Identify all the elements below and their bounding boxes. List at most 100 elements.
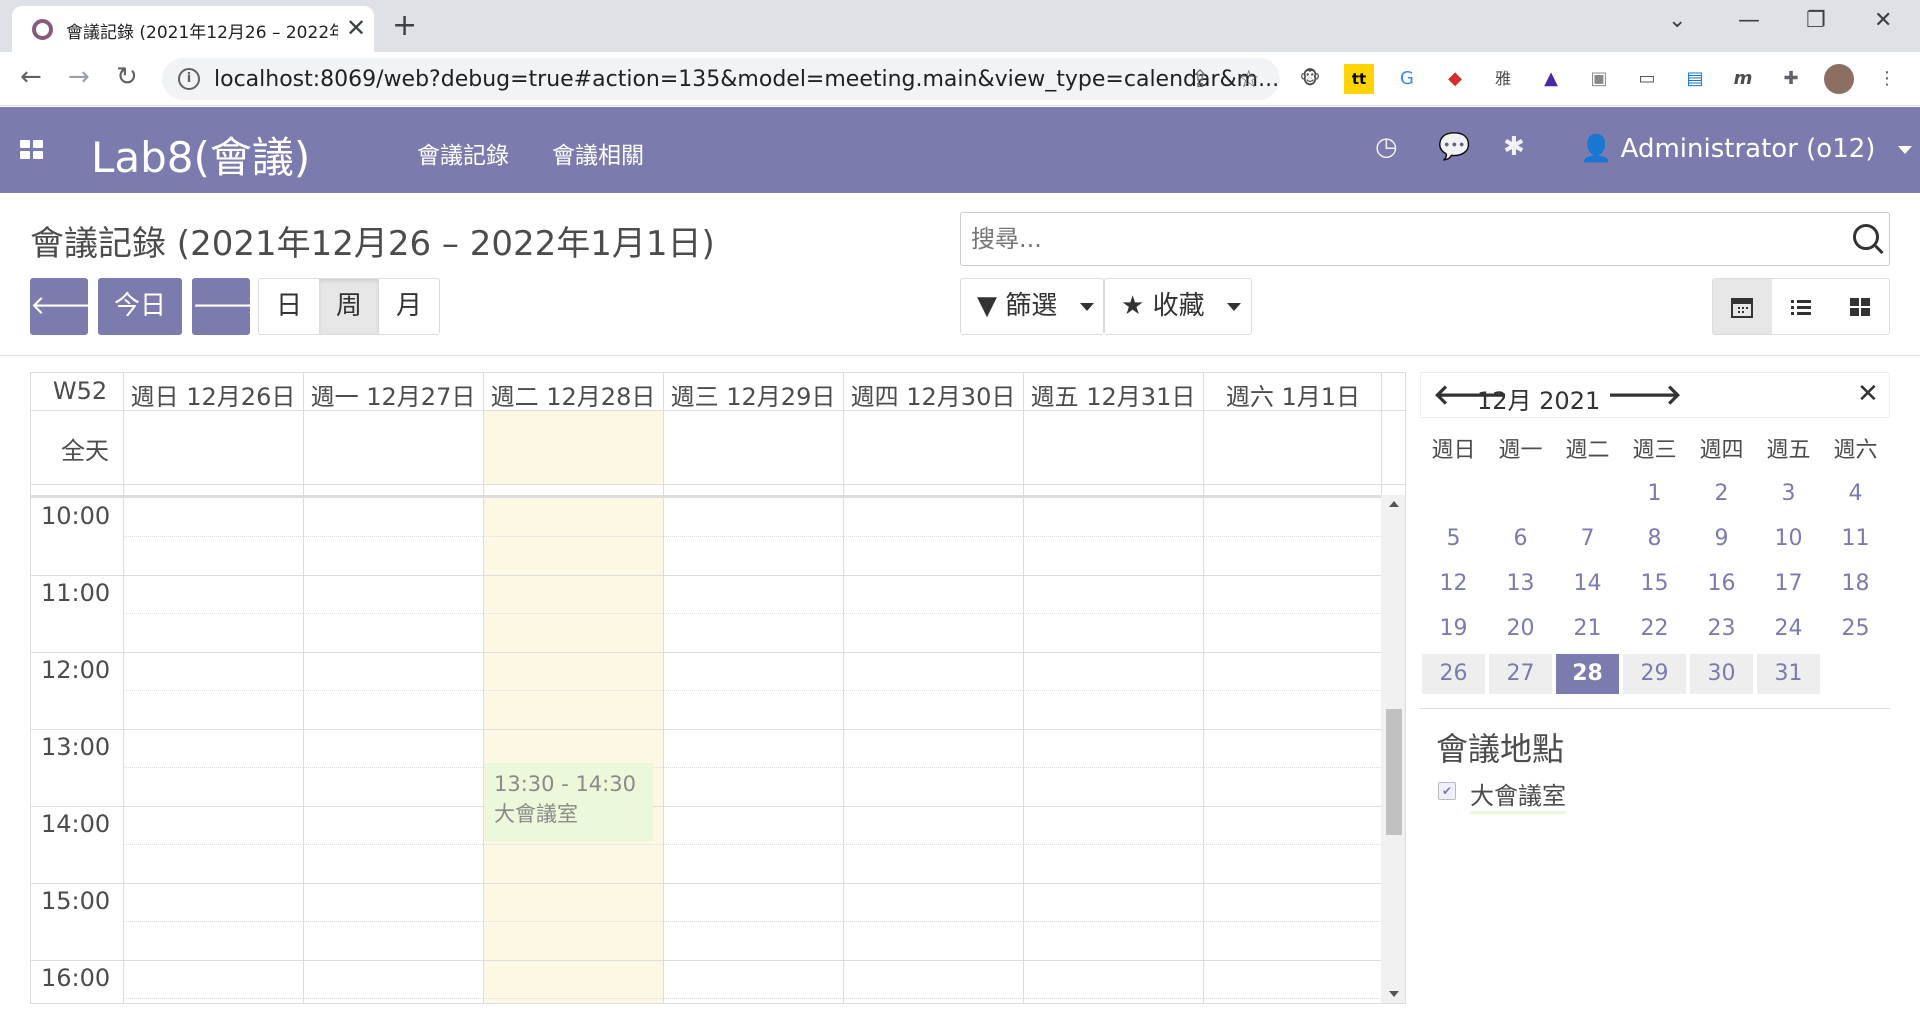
tab-close-icon[interactable]: ✕ xyxy=(346,14,366,42)
site-info-icon[interactable]: i xyxy=(178,68,200,90)
list-view-icon[interactable] xyxy=(1772,279,1831,334)
mini-calendar-day[interactable]: 1 xyxy=(1623,474,1686,514)
mini-calendar-day[interactable]: 12 xyxy=(1422,564,1485,604)
extension-tt-icon[interactable]: tt xyxy=(1344,64,1374,94)
extension-card-icon[interactable]: ▣ xyxy=(1584,64,1614,94)
menu-meeting-related[interactable]: 會議相關 xyxy=(552,136,644,170)
extension-monkey-icon[interactable]: 🐵 xyxy=(1295,64,1325,94)
scale-week-button[interactable]: 周 xyxy=(319,279,379,334)
today-button[interactable]: 今日 xyxy=(98,278,182,335)
new-tab-icon[interactable]: + xyxy=(392,8,417,43)
mini-calendar-day[interactable]: 25 xyxy=(1824,609,1887,649)
mini-calendar-day[interactable]: 28 xyxy=(1556,654,1619,694)
search-input[interactable] xyxy=(971,221,1821,257)
mini-calendar-day[interactable]: 11 xyxy=(1824,519,1887,559)
next-button[interactable]: 🡒 xyxy=(192,278,262,335)
mini-calendar-day[interactable]: 24 xyxy=(1757,609,1820,649)
mini-calendar-day[interactable]: 29 xyxy=(1623,654,1686,694)
search-icon[interactable] xyxy=(1853,224,1879,250)
calendar-view-icon[interactable] xyxy=(1713,279,1772,334)
column-header[interactable]: 週五 12月31日 xyxy=(1023,377,1203,412)
mini-calendar-day[interactable]: 22 xyxy=(1623,609,1686,649)
mini-calendar-day[interactable]: 21 xyxy=(1556,609,1619,649)
scroll-thumb[interactable] xyxy=(1386,709,1402,835)
filter-dropdown[interactable]: ▼ 篩選 xyxy=(960,278,1104,335)
app-brand[interactable]: Lab8(會議) xyxy=(91,124,310,185)
mini-calendar-day[interactable]: 13 xyxy=(1489,564,1552,604)
extension-ya-icon[interactable]: 雅 xyxy=(1488,64,1518,94)
messages-icon[interactable]: 💬 xyxy=(1438,132,1470,162)
column-header[interactable]: 週三 12月29日 xyxy=(663,377,843,412)
mini-calendar-day[interactable]: 26 xyxy=(1422,654,1485,694)
mini-calendar-day[interactable]: 19 xyxy=(1422,609,1485,649)
mini-calendar-day[interactable]: 14 xyxy=(1556,564,1619,604)
prev-button[interactable]: 🡐 xyxy=(30,278,100,335)
extension-red-icon[interactable]: ◆ xyxy=(1440,64,1470,94)
profile-avatar[interactable] xyxy=(1824,64,1854,94)
mini-calendar-day[interactable]: 5 xyxy=(1422,519,1485,559)
extensions-puzzle-icon[interactable]: ✚ xyxy=(1776,64,1806,94)
close-sidebar-icon[interactable]: ✕ xyxy=(1857,379,1879,409)
extension-new-icon[interactable]: ▤ xyxy=(1680,64,1710,94)
mini-calendar-day[interactable]: 4 xyxy=(1824,474,1887,514)
mini-calendar-day[interactable]: 15 xyxy=(1623,564,1686,604)
mini-calendar-day[interactable]: 18 xyxy=(1824,564,1887,604)
mini-calendar-day[interactable]: 2 xyxy=(1690,474,1753,514)
extension-translate-icon[interactable]: G xyxy=(1392,64,1422,94)
time-grid[interactable]: 10:00 11:00 12:00 13:00 14:00 15:00 16:0… xyxy=(31,495,1405,1003)
mini-calendar-day[interactable]: 9 xyxy=(1690,519,1753,559)
apps-menu-icon[interactable] xyxy=(20,140,44,160)
time-grid-scrollbar[interactable] xyxy=(1381,495,1405,1003)
mini-calendar-day[interactable]: 10 xyxy=(1757,519,1820,559)
window-close-icon[interactable]: ✕ xyxy=(1874,8,1892,33)
mini-calendar-day[interactable]: 23 xyxy=(1690,609,1753,649)
mini-calendar-day[interactable]: 27 xyxy=(1489,654,1552,694)
activity-clock-icon[interactable]: ◷ xyxy=(1375,132,1398,162)
column-header[interactable]: 週四 12月30日 xyxy=(843,377,1023,412)
browser-tab[interactable]: 會議記錄 (2021年12月26 – 2022年1月1日) ✕ xyxy=(12,6,374,52)
mini-calendar-day[interactable]: 17 xyxy=(1757,564,1820,604)
filter-item-label[interactable]: 大會議室 xyxy=(1470,776,1566,814)
today-column[interactable] xyxy=(483,498,663,1003)
filter-checkbox[interactable]: ✔ xyxy=(1438,782,1456,800)
back-icon[interactable]: ← xyxy=(20,62,42,92)
column-header[interactable]: 週二 12月28日 xyxy=(483,377,663,412)
mini-calendar-day[interactable]: 20 xyxy=(1489,609,1552,649)
extension-chat-icon[interactable]: ▭ xyxy=(1632,64,1662,94)
allday-row[interactable]: 全天 xyxy=(31,411,1405,485)
mini-calendar-day[interactable]: 3 xyxy=(1757,474,1820,514)
favorites-dropdown[interactable]: ★ 收藏 xyxy=(1104,278,1252,335)
user-menu[interactable]: 👤 Administrator (o12) xyxy=(1580,134,1912,164)
mini-calendar-day[interactable]: 7 xyxy=(1556,519,1619,559)
mini-calendar-day[interactable]: 6 xyxy=(1489,519,1552,559)
scroll-down-icon[interactable] xyxy=(1389,991,1399,997)
browser-menu-icon[interactable]: ⋮ xyxy=(1872,64,1902,94)
scale-day-button[interactable]: 日 xyxy=(259,279,319,334)
forward-icon[interactable]: → xyxy=(68,62,90,92)
calendar-event[interactable]: 13:30 - 14:30 大會議室 xyxy=(485,763,653,841)
share-icon[interactable]: ⇪ xyxy=(1190,65,1210,93)
debug-bug-icon[interactable]: ✱ xyxy=(1503,132,1525,162)
filter-section-title: 會議地點 xyxy=(1436,730,1565,768)
scale-month-button[interactable]: 月 xyxy=(379,279,439,334)
menu-meeting-records[interactable]: 會議記錄 xyxy=(417,136,509,170)
column-header[interactable]: 週日 12月26日 xyxy=(123,377,303,412)
extension-m-icon[interactable]: m xyxy=(1728,64,1758,94)
scroll-up-icon[interactable] xyxy=(1389,501,1399,507)
address-bar[interactable]: i localhost:8069/web?debug=true#action=1… xyxy=(162,58,1280,100)
tab-search-icon[interactable]: ⌄ xyxy=(1668,8,1686,33)
extension-cap-icon[interactable]: ▲ xyxy=(1536,64,1566,94)
column-header[interactable]: 週六 1月1日 xyxy=(1203,377,1383,412)
mini-calendar-day[interactable]: 30 xyxy=(1690,654,1753,694)
next-month-icon[interactable]: 🡒 xyxy=(1607,377,1682,411)
mini-calendar-day[interactable]: 31 xyxy=(1757,654,1820,694)
restore-icon[interactable]: ❐ xyxy=(1806,8,1826,33)
column-header[interactable]: 週一 12月27日 xyxy=(303,377,483,412)
minimize-icon[interactable]: — xyxy=(1738,8,1760,33)
reload-icon[interactable]: ↻ xyxy=(116,62,138,92)
kanban-view-icon[interactable] xyxy=(1830,279,1889,334)
bookmark-star-icon[interactable]: ☆ xyxy=(1238,65,1260,93)
mini-calendar-day[interactable]: 8 xyxy=(1623,519,1686,559)
weekday-label: 週六 xyxy=(1833,438,1878,463)
mini-calendar-day[interactable]: 16 xyxy=(1690,564,1753,604)
